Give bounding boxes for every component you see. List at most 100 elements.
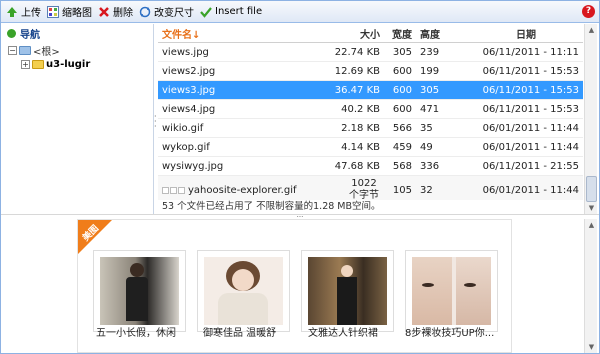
file-date: 06/11/2011 - 15:53 [482,84,579,96]
tree-node-u3-lugir[interactable]: + u3-lugir [1,57,153,71]
collapse-icon[interactable]: − [8,45,17,55]
file-size: 22.74 KB [334,46,380,58]
toolbar: 上传 缩略图 删除 改变尺寸 Insert file ? [1,1,599,23]
image-caption[interactable]: 8步裸妆技巧UP你... [405,324,505,339]
thumbnail-image [412,257,491,325]
resize-label: 改变尺寸 [154,8,194,19]
delete-icon [98,6,110,18]
image-card[interactable] [301,250,394,332]
file-row[interactable]: wysiwyg.jpg 47.68 KB 568 336 06/11/2011 … [158,157,583,176]
file-height: 239 [420,46,440,58]
file-date: 06/01/2011 - 11:44 [482,184,579,196]
preview-panel: 美图 五一小长假，休闲 御寒佳品 温暖舒 文雅达人针织裙 8步裸妆技巧UP你..… [1,219,583,353]
delete-button[interactable]: 删除 [96,3,137,21]
column-name-header[interactable]: 文件名↓ [158,26,278,41]
file-row[interactable]: views2.jpg 12.69 KB 600 199 06/11/2011 -… [158,62,583,81]
file-height: 32 [420,184,433,196]
scroll-up-icon[interactable]: ▲ [586,220,597,230]
image-caption[interactable]: 五一小长假，休闲 [96,324,196,339]
delete-label: 删除 [113,8,133,19]
file-width: 600 [392,84,412,96]
scroll-up-icon[interactable]: ▲ [586,25,597,35]
file-row[interactable]: wikio.gif 2.18 KB 566 35 06/01/2011 - 11… [158,119,583,138]
insert-file-label: Insert file [215,6,263,17]
column-date-header[interactable]: 日期 [443,26,583,41]
checkmark-icon [200,6,212,18]
file-size: 47.68 KB [334,160,380,172]
row-actions [162,186,185,194]
resize-button[interactable]: 改变尺寸 [137,3,198,21]
file-date: 06/01/2011 - 11:44 [482,141,579,153]
thumbnail-label: 缩略图 [62,8,92,19]
file-grid: 文件名↓ 大小 宽度 高度 日期 views.jpg 22.74 KB 305 … [158,24,583,214]
column-height-header[interactable]: 高度 [415,26,443,41]
file-width: 566 [392,122,412,134]
file-row[interactable]: wykop.gif 4.14 KB 459 49 06/01/2011 - 11… [158,138,583,157]
file-width: 305 [392,46,412,58]
navigation-panel: 导航 − <根> + u3-lugir [1,24,154,214]
file-row[interactable]: views.jpg 22.74 KB 305 239 06/11/2011 - … [158,43,583,62]
navigation-header: 导航 [1,24,153,43]
file-row[interactable]: views4.jpg 40.2 KB 600 471 06/11/2011 - … [158,100,583,119]
tree-node-root[interactable]: − <根> [1,43,153,58]
grid-header: 文件名↓ 大小 宽度 高度 日期 [158,24,583,43]
insert-file-button[interactable]: Insert file [198,3,266,21]
upload-label: 上传 [21,8,41,19]
file-size: 40.2 KB [341,103,380,115]
file-height: 35 [420,122,433,134]
tree-node-label: <根> [33,46,60,58]
file-name: views3.jpg [162,84,216,96]
folder-icon [19,45,31,55]
image-caption[interactable]: 御寒佳品 温暖舒 [203,324,303,339]
file-height: 305 [420,84,440,96]
file-date: 06/11/2011 - 15:53 [482,65,579,77]
column-size-header[interactable]: 大小 [278,26,388,41]
scroll-down-icon[interactable]: ▼ [586,342,597,352]
file-row-selected[interactable]: views3.jpg 36.47 KB 600 305 06/11/2011 -… [158,81,583,100]
file-name: views.jpg [162,46,209,58]
navigation-icon [7,29,16,38]
file-name: wikio.gif [162,122,204,134]
expand-icon[interactable]: + [21,59,30,69]
row-action-icon[interactable] [170,186,177,194]
scroll-down-icon[interactable]: ▼ [586,203,597,213]
file-height: 336 [420,160,440,172]
grid-status-footer: 53 个文件已经占用了 不限制容量的1.28 MB空间。 [158,200,583,214]
image-caption[interactable]: 文雅达人针织裙 [308,324,408,339]
image-card[interactable] [405,250,498,332]
thumbnail-image [308,257,387,325]
upload-button[interactable]: 上传 [4,3,45,21]
navigation-title: 导航 [20,30,40,41]
thumbnail-icon [47,5,59,18]
help-icon[interactable]: ? [582,5,595,18]
row-action-icon[interactable] [178,186,185,194]
file-name: yahoosite-explorer.gif [188,184,297,196]
file-browser-window: 上传 缩略图 删除 改变尺寸 Insert file ? 导航 − <根> + … [0,0,600,354]
vertical-splitter[interactable]: · · · [154,113,157,131]
file-size: 1022 个字节 [349,178,379,201]
scrollbar-thumb[interactable] [586,176,597,202]
preview-scrollbar[interactable]: ▲ ▼ [584,219,597,353]
file-name-cell: yahoosite-explorer.gif [158,185,298,196]
folder-icon [32,59,44,69]
preview-content: 美图 五一小长假，休闲 御寒佳品 温暖舒 文雅达人针织裙 8步裸妆技巧UP你..… [77,219,512,353]
file-date: 06/01/2011 - 11:44 [482,122,579,134]
file-size: 12.69 KB [334,65,380,77]
file-width: 600 [392,65,412,77]
file-width: 568 [392,160,412,172]
tree-node-label: u3-lugir [46,58,91,70]
file-date: 06/11/2011 - 21:55 [482,160,579,172]
column-width-header[interactable]: 宽度 [388,26,415,41]
image-card[interactable] [197,250,290,332]
file-date: 06/11/2011 - 15:53 [482,103,579,115]
file-height: 199 [420,65,440,77]
thumbnail-image [100,257,179,325]
grid-scrollbar[interactable]: ▲ ▼ [584,24,597,214]
file-height: 471 [420,103,440,115]
file-width: 459 [392,141,412,153]
row-action-icon[interactable] [162,186,169,194]
resize-icon [139,6,151,18]
thumbnail-button[interactable]: 缩略图 [45,3,96,21]
file-size: 36.47 KB [334,84,380,96]
image-card[interactable] [93,250,186,332]
